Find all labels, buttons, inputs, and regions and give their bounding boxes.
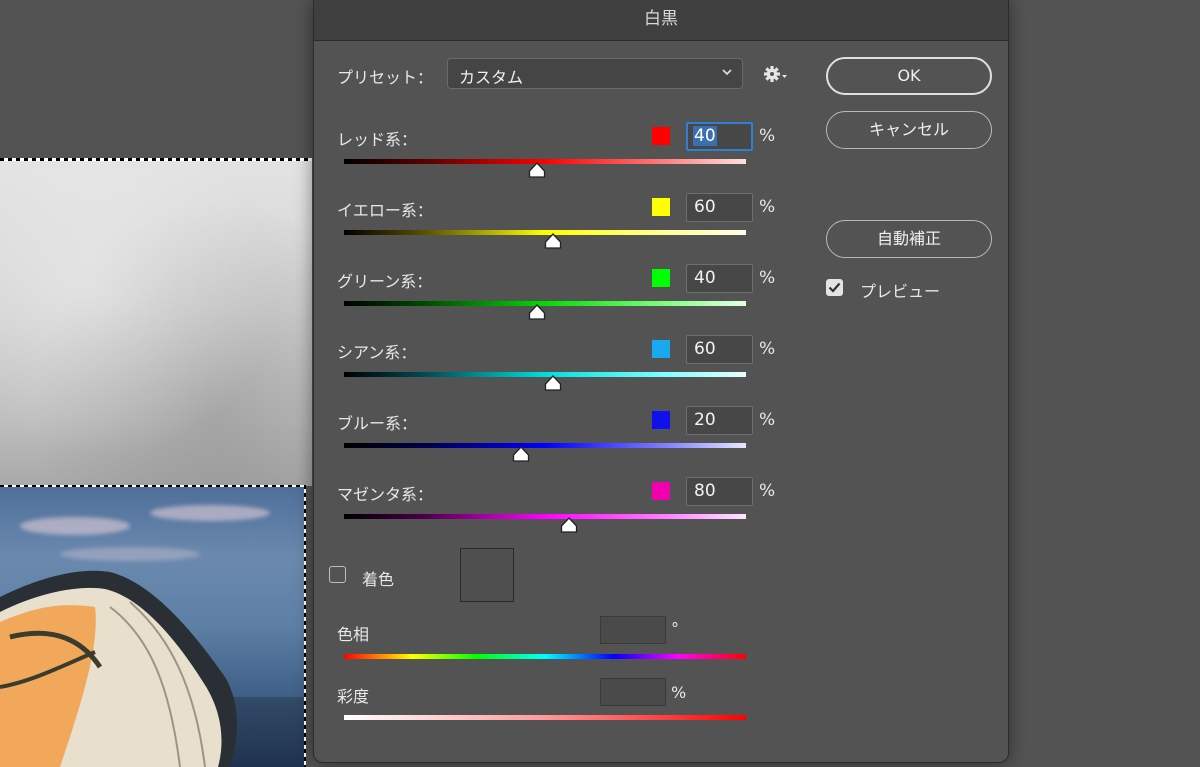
preset-value: カスタム xyxy=(459,68,524,87)
cloud xyxy=(150,505,270,521)
channel-color-swatch xyxy=(652,269,670,287)
channel-label: レッド系： xyxy=(337,130,418,149)
hue-field xyxy=(600,616,666,644)
channel-color-swatch xyxy=(652,198,670,216)
tint-label: 着色 xyxy=(362,570,395,589)
hue-unit: ° xyxy=(671,619,679,638)
channel-label: ブルー系： xyxy=(337,414,418,433)
cloud xyxy=(20,517,130,535)
selection-marquee-right xyxy=(304,485,306,767)
triangle-thumb-icon[interactable] xyxy=(560,517,578,533)
channel-value-field[interactable]: 60 xyxy=(686,335,753,364)
channel-value-field[interactable]: 40 xyxy=(686,264,753,293)
cloud xyxy=(60,547,200,561)
selection-marquee-bottom xyxy=(0,485,306,487)
channel-value: 60 xyxy=(694,197,716,217)
selection-marquee-top xyxy=(0,158,312,161)
triangle-thumb-icon[interactable] xyxy=(512,446,530,462)
dialog-title: 白黒 xyxy=(644,9,678,29)
channel-label: マゼンタ系： xyxy=(337,485,434,504)
cancel-button[interactable]: キャンセル xyxy=(826,111,992,149)
boat-illustration xyxy=(0,570,237,767)
ok-button[interactable]: OK xyxy=(826,57,992,95)
saturation-slider-track xyxy=(344,715,746,720)
channel-label: グリーン系： xyxy=(337,272,433,291)
tint-color-swatch xyxy=(460,548,514,602)
canvas-photo-boat xyxy=(0,487,306,767)
preview-label: プレビュー xyxy=(860,282,941,301)
triangle-thumb-icon[interactable] xyxy=(544,233,562,249)
percent-sign: % xyxy=(759,339,776,359)
channel-value: 20 xyxy=(694,410,716,430)
percent-sign: % xyxy=(759,410,776,430)
channel-value: 80 xyxy=(694,481,716,501)
preset-dropdown[interactable]: カスタム xyxy=(447,58,743,89)
channel-value-field[interactable]: 20 xyxy=(686,406,753,435)
hue-slider-track xyxy=(344,654,746,659)
check-icon xyxy=(828,282,841,293)
channel-label: イエロー系： xyxy=(337,201,433,220)
channel-color-swatch xyxy=(652,411,670,429)
channel-slider-track[interactable] xyxy=(344,514,746,519)
saturation-label: 彩度 xyxy=(337,687,370,706)
triangle-thumb-icon[interactable] xyxy=(544,375,562,391)
channel-color-swatch xyxy=(652,482,670,500)
percent-sign: % xyxy=(759,126,776,146)
percent-sign: % xyxy=(759,481,776,501)
percent-sign: % xyxy=(759,268,776,288)
black-white-dialog: 白黒 プリセット： カスタム レッド系： 40% イエロー系： 60% グリーン系： 40… xyxy=(313,0,1009,763)
channel-value: 40 xyxy=(694,268,716,288)
triangle-thumb-icon[interactable] xyxy=(528,162,546,178)
channel-color-swatch xyxy=(652,340,670,358)
hue-label: 色相 xyxy=(337,625,370,644)
triangle-thumb-icon[interactable] xyxy=(528,304,546,320)
saturation-field xyxy=(600,678,666,706)
gear-icon[interactable] xyxy=(763,63,789,85)
preview-checkbox[interactable] xyxy=(826,279,843,296)
canvas-sky-grayscale xyxy=(0,160,312,486)
channel-label: シアン系： xyxy=(337,343,417,362)
saturation-unit: % xyxy=(671,683,687,702)
preset-label: プリセット： xyxy=(337,68,434,87)
channel-value-field[interactable]: 80 xyxy=(686,477,753,506)
channel-value-field[interactable]: 40 xyxy=(686,122,753,151)
tint-checkbox[interactable] xyxy=(329,566,346,583)
percent-sign: % xyxy=(759,197,776,217)
auto-button[interactable]: 自動補正 xyxy=(826,220,992,258)
channel-value: 40 xyxy=(693,126,717,146)
channel-value-field[interactable]: 60 xyxy=(686,193,753,222)
channel-slider-track[interactable] xyxy=(344,443,746,448)
chevron-down-icon xyxy=(722,69,732,76)
channel-color-swatch xyxy=(652,127,670,145)
channel-value: 60 xyxy=(694,339,716,359)
